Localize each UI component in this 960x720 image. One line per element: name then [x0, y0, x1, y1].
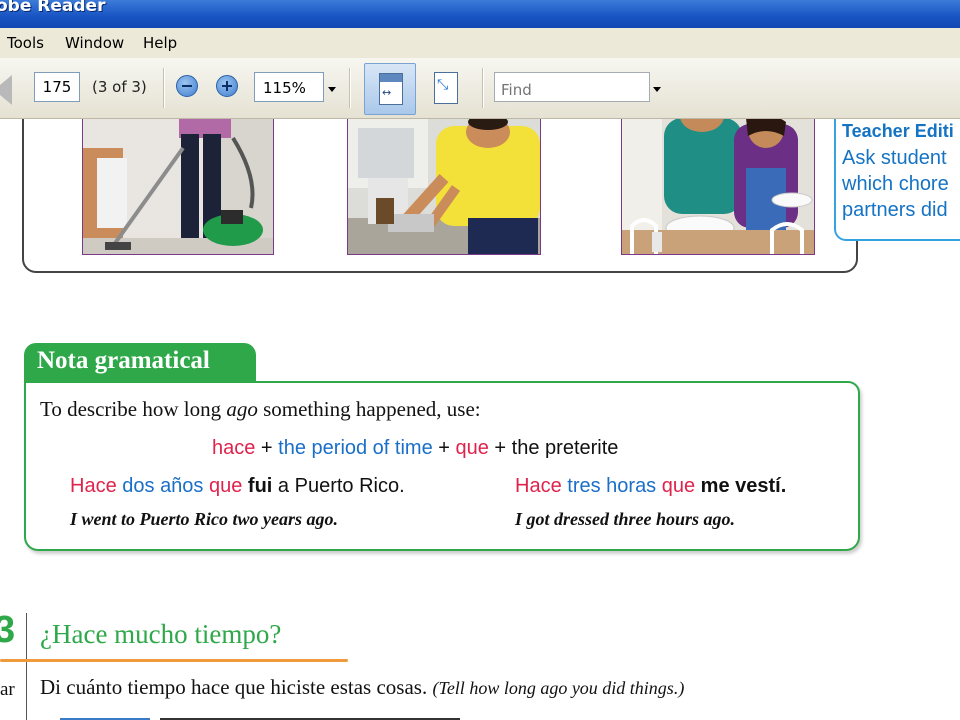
exercise-side-label: ar	[0, 679, 15, 700]
exercise-instruction: Di cuánto tiempo hace que hiciste estas …	[40, 675, 685, 699]
toolbar-separator	[482, 68, 484, 108]
page-count-label: (3 of 3)	[92, 78, 147, 96]
nota-example-1: Hace dos años que fui a Puerto Rico.	[70, 475, 405, 497]
nota-translation-2: I got dressed three hours ago.	[515, 509, 736, 529]
exercise-divider	[26, 613, 27, 720]
minus-icon	[182, 85, 192, 87]
fit-width-button[interactable]: ↔	[364, 63, 416, 115]
zoom-out-button[interactable]	[176, 75, 198, 97]
photo-washing-dishes	[347, 119, 541, 255]
exercise-title: ¿Hace mucho tiempo?	[40, 619, 282, 649]
menu-help[interactable]: Help	[143, 34, 177, 52]
zoom-in-button[interactable]	[216, 75, 238, 97]
zoom-dropdown-icon[interactable]	[328, 87, 336, 92]
teacher-edition-line: partners did	[842, 199, 948, 221]
fit-page-button[interactable]: ⤡	[430, 70, 462, 106]
nota-translation-1: I went to Puerto Rico two years ago.	[70, 509, 339, 529]
toolbar-separator	[349, 68, 351, 108]
find-dropdown-icon[interactable]	[653, 87, 661, 92]
nota-intro: To describe how long ago something happe…	[40, 397, 481, 421]
photo-vacuuming	[82, 119, 274, 255]
menu-bar: Tools Window Help	[0, 28, 960, 59]
photo-setting-table	[621, 119, 815, 255]
exercise-title-underline	[0, 659, 348, 662]
teacher-edition-line: Ask student	[842, 147, 947, 169]
teacher-edition-line: which chore	[842, 173, 949, 195]
nota-gramatical-box: To describe how long ago something happe…	[24, 381, 860, 551]
nota-formula: hace + the period of time + que + the pr…	[212, 437, 619, 459]
exercise-number: 3	[0, 609, 16, 651]
nota-gramatical-tab: Nota gramatical	[24, 343, 256, 383]
find-input[interactable]	[494, 72, 650, 102]
document-view[interactable]: Teacher Editi Ask student which chore pa…	[0, 119, 960, 720]
window-title-bar[interactable]: obe Reader	[0, 0, 960, 28]
previous-page-icon[interactable]	[0, 75, 12, 105]
zoom-level-field[interactable]: 115%	[254, 72, 324, 102]
teacher-edition-box: Teacher Editi Ask student which chore pa…	[834, 119, 960, 241]
toolbar-separator	[163, 68, 165, 108]
nota-example-2: Hace tres horas que me vestí.	[515, 475, 787, 497]
cut-off-text-line	[60, 711, 460, 720]
menu-tools[interactable]: Tools	[7, 34, 44, 52]
nota-title: Nota gramatical	[37, 347, 210, 374]
menu-window[interactable]: Window	[65, 34, 124, 52]
window-title: obe Reader	[0, 0, 106, 16]
toolbar: (3 of 3) 115% ↔ ⤡	[0, 58, 960, 119]
page-number-input[interactable]	[34, 72, 80, 102]
teacher-edition-heading: Teacher Editi	[842, 121, 954, 141]
